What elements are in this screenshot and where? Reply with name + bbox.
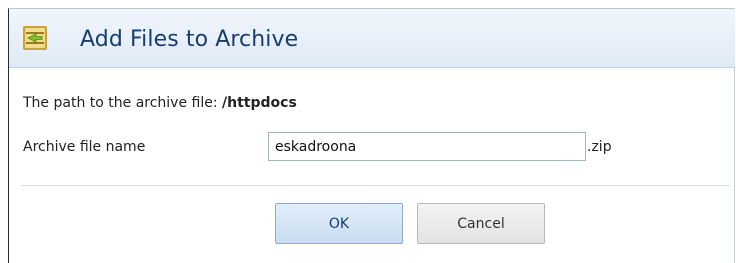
cancel-button[interactable]: Cancel — [417, 203, 545, 244]
archive-name-input[interactable] — [268, 132, 586, 161]
archive-name-label: Archive file name — [23, 139, 146, 155]
archive-path-value: /httpdocs — [222, 95, 297, 111]
archive-path: The path to the archive file: /httpdocs — [23, 94, 297, 112]
background-strip — [0, 0, 736, 8]
divider — [21, 185, 730, 186]
dialog-title: Add Files to Archive — [80, 27, 299, 52]
page: Add Files to Archive The path to the arc… — [0, 0, 736, 263]
dialog-header: Add Files to Archive — [9, 9, 735, 68]
ok-button[interactable]: OK — [275, 203, 403, 244]
archive-extension-label: .zip — [587, 139, 612, 155]
add-files-dialog: Add Files to Archive The path to the arc… — [8, 8, 735, 263]
archive-add-icon — [20, 23, 50, 53]
archive-path-label: The path to the archive file: — [23, 95, 218, 111]
